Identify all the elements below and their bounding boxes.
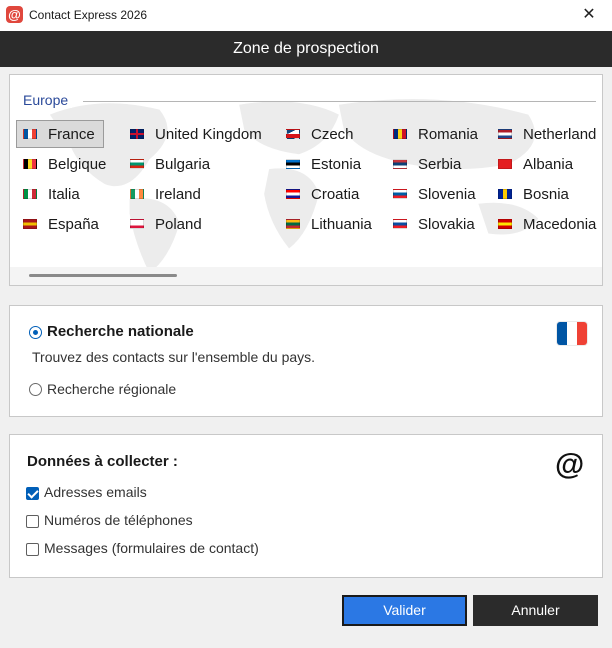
flag-icon [498, 189, 512, 199]
country-option-slovenia[interactable]: Slovenia [386, 180, 476, 208]
emails-checkbox[interactable] [26, 487, 39, 500]
country-option-netherland[interactable]: Netherland [491, 120, 596, 148]
country-label: Lithuania [311, 215, 372, 233]
country-option-espa-a[interactable]: España [16, 210, 99, 238]
horizontal-scrollbar[interactable] [10, 267, 602, 285]
flag-icon [130, 219, 144, 229]
country-option-italia[interactable]: Italia [16, 180, 80, 208]
flag-icon [393, 189, 407, 199]
flag-icon [286, 219, 300, 229]
country-label: Belgique [48, 155, 107, 173]
country-label: Czech [311, 125, 354, 143]
country-label: Serbia [418, 155, 462, 173]
country-selection-panel: Europe France United Kingdom Czech Romania N… [9, 74, 603, 286]
country-label: United Kingdom [155, 125, 262, 143]
flag-icon [23, 219, 37, 229]
close-icon[interactable]: ✕ [566, 0, 612, 31]
cancel-button[interactable]: Annuler [473, 595, 598, 626]
flag-icon [393, 219, 407, 229]
flag-icon [393, 159, 407, 169]
region-label: Europe [23, 92, 73, 108]
national-search-description: Trouvez des contacts sur l'ensemble du p… [32, 349, 316, 365]
phones-checkbox[interactable] [26, 515, 39, 528]
app-logo-icon: @ [6, 6, 23, 23]
country-option-france[interactable]: France [16, 120, 104, 148]
window-title: Contact Express 2026 [29, 8, 148, 22]
country-option-united-kingdom[interactable]: United Kingdom [123, 120, 262, 148]
country-label: Estonia [311, 155, 362, 173]
country-option-bulgaria[interactable]: Bulgaria [123, 150, 210, 178]
country-option-estonia[interactable]: Estonia [279, 150, 361, 178]
country-option-czech[interactable]: Czech [279, 120, 354, 148]
france-flag-icon [557, 322, 587, 345]
at-sign-icon: @ [555, 448, 585, 481]
data-collection-panel: Données à collecter : @ Adresses emails … [9, 434, 603, 578]
country-label: Poland [155, 215, 202, 233]
page-title: Zone de prospection [0, 31, 612, 67]
country-option-belgique[interactable]: Belgique [16, 150, 106, 178]
country-label: Ireland [155, 185, 201, 203]
country-option-macedonia[interactable]: Macedonia [491, 210, 596, 238]
country-option-croatia[interactable]: Croatia [279, 180, 359, 208]
country-label: Slovakia [418, 215, 475, 233]
country-label: France [48, 125, 95, 143]
country-option-albania[interactable]: Albania [491, 150, 573, 178]
country-label: Bosnia [523, 185, 569, 203]
country-option-ireland[interactable]: Ireland [123, 180, 201, 208]
regional-search-radio[interactable] [29, 383, 42, 396]
country-label: Netherland [523, 125, 597, 143]
country-label: Croatia [311, 185, 360, 203]
country-option-romania[interactable]: Romania [386, 120, 478, 148]
flag-icon [23, 159, 37, 169]
flag-icon [130, 189, 144, 199]
flag-icon [286, 189, 300, 199]
flag-icon [498, 219, 512, 229]
country-label: España [48, 215, 99, 233]
regional-search-label[interactable]: Recherche régionale [47, 381, 176, 397]
flag-icon [130, 159, 144, 169]
flag-icon [393, 129, 407, 139]
emails-checkbox-label[interactable]: Adresses emails [44, 484, 147, 500]
country-label: Bulgaria [155, 155, 211, 173]
national-search-radio[interactable] [29, 326, 42, 339]
flag-icon [498, 159, 512, 169]
country-option-poland[interactable]: Poland [123, 210, 202, 238]
country-label: Albania [523, 155, 574, 173]
flag-icon [23, 189, 37, 199]
country-option-slovakia[interactable]: Slovakia [386, 210, 475, 238]
phones-checkbox-label[interactable]: Numéros de téléphones [44, 512, 193, 528]
title-bar: @ Contact Express 2026 ✕ [0, 0, 612, 31]
flag-icon [23, 129, 37, 139]
messages-checkbox-label[interactable]: Messages (formulaires de contact) [44, 540, 259, 556]
country-option-lithuania[interactable]: Lithuania [279, 210, 372, 238]
national-search-label[interactable]: Recherche nationale [47, 323, 194, 340]
country-label: Italia [48, 185, 80, 203]
flag-icon [286, 129, 300, 139]
data-collection-title: Données à collecter : [27, 453, 178, 470]
country-label: Macedonia [523, 215, 597, 233]
messages-checkbox[interactable] [26, 543, 39, 556]
country-label: Romania [418, 125, 479, 143]
flag-icon [130, 129, 144, 139]
flag-icon [498, 129, 512, 139]
scrollbar-thumb[interactable] [29, 274, 177, 277]
flag-icon [286, 159, 300, 169]
validate-button[interactable]: Valider [342, 595, 467, 626]
region-divider [83, 101, 596, 102]
country-option-serbia[interactable]: Serbia [386, 150, 461, 178]
search-mode-panel: Recherche nationale Trouvez des contacts… [9, 305, 603, 417]
country-option-bosnia[interactable]: Bosnia [491, 180, 569, 208]
country-label: Slovenia [418, 185, 476, 203]
